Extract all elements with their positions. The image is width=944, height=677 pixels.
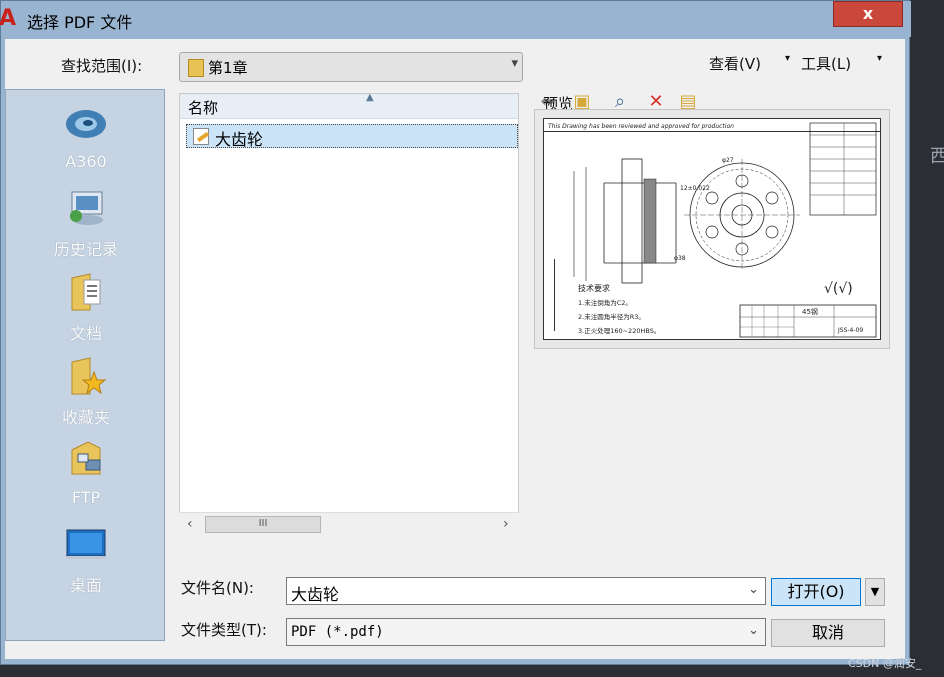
dialog-title: 选择 PDF 文件 [27,13,133,32]
dim-center-label: φ27 [722,157,734,164]
favorites-icon [71,357,107,395]
place-ftp[interactable]: FTP [6,438,166,507]
view-dropdown-icon[interactable]: ▾ [785,53,790,64]
open-button[interactable]: 打开(O) [771,578,861,606]
lookin-value: 第1章 [208,59,248,77]
dim-bore-label: φ38 [674,255,686,262]
place-label: 历史记录 [53,240,118,259]
tech-heading: 技术要求 [578,284,610,293]
select-pdf-dialog: A 选择 PDF 文件 x 查找范围(I): 第1章 ▾ ⬅ ▣ ⌕ ✕ ▤ 查… [0,0,911,665]
drawing-thumbnail: This Drawing has been reviewed and appro… [543,118,881,340]
places-bar: A360 历史记录 文档 收藏夹 FTP 桌面 [5,89,165,641]
tools-menu[interactable]: 工具(L) [801,53,851,74]
place-label: 收藏夹 [61,408,110,427]
filename-value: 大齿轮 [291,585,340,604]
dialog-body: 查找范围(I): 第1章 ▾ ⬅ ▣ ⌕ ✕ ▤ 查看(V) ▾ 工具(L) ▾… [5,39,905,659]
column-header-name[interactable]: ▲ 名称 [180,92,518,119]
autocad-logo-icon: A [0,6,17,31]
background-side-text: 西 [930,146,944,167]
open-options-dropdown[interactable]: ▼ [865,578,885,606]
sort-ascending-icon: ▲ [366,92,374,103]
place-history[interactable]: 历史记录 [6,186,166,260]
tech-note: 1.未注倒角为C2。 [578,299,632,307]
view-menu[interactable]: 查看(V) [709,53,761,74]
filename-label: 文件名(N): [181,579,254,597]
chevron-down-icon[interactable]: ⌄ [748,623,759,638]
place-documents[interactable]: 文档 [6,270,166,344]
filename-field[interactable]: 大齿轮 ⌄ [286,577,766,605]
column-header-label: 名称 [188,99,219,117]
folder-icon [188,59,204,77]
dim-tolerance-label: 12±0.022 [680,185,710,192]
lookin-label: 查找范围(I): [61,57,143,75]
scroll-right-icon[interactable]: › [503,516,509,532]
a360-icon [66,110,106,138]
scroll-thumb[interactable]: III [205,516,321,533]
preview-pane: This Drawing has been reviewed and appro… [534,109,890,349]
place-favorites[interactable]: 收藏夹 [6,354,166,428]
filetype-dropdown[interactable]: PDF (*.pdf) ⌄ [286,618,766,646]
filetype-value: PDF (*.pdf) [291,624,384,640]
watermark: CSDN @润安_ [848,657,922,670]
tools-dropdown-icon[interactable]: ▾ [877,53,882,64]
roughness-symbol: √(√) [824,281,853,297]
tech-note: 2.未注圆角半径为R3。 [578,313,645,321]
close-button[interactable]: x [833,1,903,27]
file-list[interactable]: ▲ 名称 大齿轮 [179,92,519,537]
documents-icon [71,273,101,311]
place-label: FTP [71,488,101,507]
title-bar[interactable]: A 选择 PDF 文件 x [0,1,911,37]
cancel-button[interactable]: 取消 [771,619,885,647]
dwg-file-icon [193,128,209,145]
chevron-down-icon: ▾ [511,56,518,71]
scroll-left-icon[interactable]: ‹ [187,516,193,532]
history-icon [70,191,103,225]
lookin-dropdown[interactable]: 第1章 ▾ [179,52,523,82]
place-a360[interactable]: A360 [6,102,166,171]
place-desktop[interactable]: 桌面 [6,522,166,596]
drawing-number: JSS-4-09 [838,327,864,334]
chevron-down-icon[interactable]: ⌄ [748,582,759,597]
horizontal-scrollbar[interactable]: ‹ III › [179,512,519,538]
place-label: A360 [65,152,107,171]
place-label: 文档 [69,324,102,343]
material-label: 45钢 [802,308,818,316]
tech-note: 3.正火处理160~220HBS。 [578,327,661,335]
list-item[interactable]: 大齿轮 [186,124,518,149]
desktop-icon [66,529,106,559]
file-name: 大齿轮 [215,130,264,149]
ftp-icon [71,441,101,475]
filetype-label: 文件类型(T): [181,621,267,639]
place-label: 桌面 [69,576,102,595]
